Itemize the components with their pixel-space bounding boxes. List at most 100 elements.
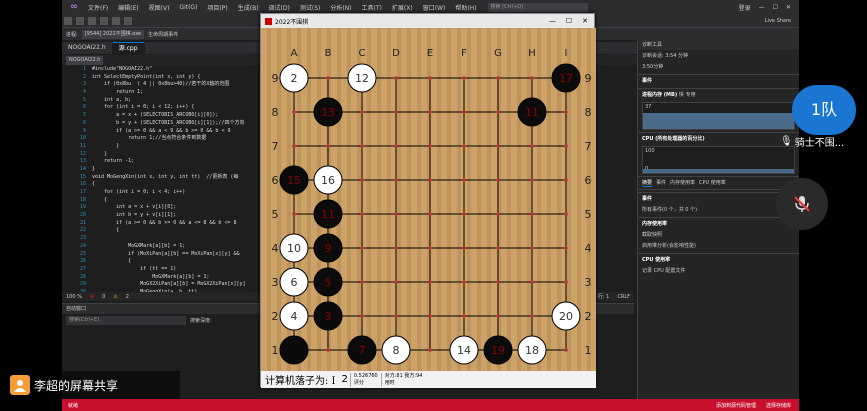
intersection-dot[interactable]	[428, 212, 432, 216]
intersection-dot[interactable]	[326, 144, 330, 148]
intersection-dot[interactable]	[360, 144, 364, 148]
intersection-dot[interactable]	[394, 76, 398, 80]
menu-test[interactable]: 测试(S)	[295, 3, 326, 12]
intersection-dot[interactable]	[564, 280, 568, 284]
intersection-dot[interactable]	[428, 246, 432, 250]
intersection-dot[interactable]	[462, 110, 466, 114]
tab-nogoai22-h[interactable]: NOGOAI22.h	[62, 42, 113, 54]
intersection-dot[interactable]	[360, 110, 364, 114]
intersection-dot[interactable]	[394, 178, 398, 182]
intersection-dot[interactable]	[428, 110, 432, 114]
intersection-dot[interactable]	[428, 76, 432, 80]
intersection-dot[interactable]	[462, 212, 466, 216]
intersection-dot[interactable]	[496, 76, 500, 80]
redo-icon[interactable]	[124, 16, 132, 25]
add-source-control-button[interactable]: 添加到源代码管理	[716, 402, 756, 409]
intersection-dot[interactable]	[394, 314, 398, 318]
forward-icon[interactable]	[76, 16, 84, 25]
intersection-dot[interactable]	[394, 212, 398, 216]
process-dropdown[interactable]: [9544] 2022不围棋.exe	[81, 29, 145, 39]
tab-memory[interactable]: 内存使用率	[670, 179, 695, 187]
intersection-dot[interactable]	[530, 144, 534, 148]
snapshot-button[interactable]: 截取快照	[638, 229, 799, 240]
intersection-dot[interactable]	[360, 280, 364, 284]
menu-window[interactable]: 窗口(W)	[418, 3, 451, 12]
menu-tools[interactable]: 工具(T)	[357, 3, 387, 12]
intersection-dot[interactable]	[530, 314, 534, 318]
intersection-dot[interactable]	[496, 314, 500, 318]
menu-extensions[interactable]: 扩展(X)	[387, 3, 418, 12]
menu-view[interactable]: 视图(V)	[144, 3, 175, 12]
intersection-dot[interactable]	[530, 76, 534, 80]
warning-icon[interactable]: ⚠	[113, 294, 117, 300]
board-grid[interactable]: AABBCCDDEEFFGGHHII9988776655443322112121…	[261, 28, 596, 371]
intersection-dot[interactable]	[462, 178, 466, 182]
scope-dropdown[interactable]: NOGOAI22.h	[66, 55, 104, 65]
intersection-dot[interactable]	[496, 246, 500, 250]
go-board[interactable]: AABBCCDDEEFFGGHHII9988776655443322112121…	[261, 28, 596, 371]
intersection-dot[interactable]	[564, 178, 568, 182]
intersection-dot[interactable]	[462, 144, 466, 148]
intersection-dot[interactable]	[394, 110, 398, 114]
team-avatar[interactable]: 1队	[792, 85, 856, 135]
intersection-dot[interactable]	[326, 76, 330, 80]
menu-debug[interactable]: 调试(D)	[264, 3, 295, 12]
select-repo-button[interactable]: 选择存储库	[766, 402, 791, 409]
intersection-dot[interactable]	[530, 212, 534, 216]
game-minimize-icon[interactable]: —	[549, 17, 556, 25]
game-close-icon[interactable]: ✕	[582, 17, 588, 25]
undo-icon[interactable]	[112, 16, 120, 25]
intersection-dot[interactable]	[428, 348, 432, 352]
intersection-dot[interactable]	[428, 178, 432, 182]
intersection-dot[interactable]	[394, 246, 398, 250]
intersection-dot[interactable]	[564, 110, 568, 114]
zoom-level[interactable]: 100 %	[66, 294, 82, 300]
record-cpu-button[interactable]: 记录 CPU 配置文件	[638, 265, 799, 276]
intersection-dot[interactable]	[564, 348, 568, 352]
login-link[interactable]: 登录	[739, 3, 751, 12]
back-icon[interactable]	[64, 16, 72, 25]
intersection-dot[interactable]	[496, 110, 500, 114]
save-icon[interactable]	[88, 16, 96, 25]
intersection-dot[interactable]	[530, 280, 534, 284]
intersection-dot[interactable]	[496, 178, 500, 182]
intersection-dot[interactable]	[428, 144, 432, 148]
intersection-dot[interactable]	[292, 110, 296, 114]
autos-search-input[interactable]: 搜索(Ctrl+E)	[66, 316, 186, 325]
tab-summary[interactable]: 摘要	[642, 179, 653, 187]
intersection-dot[interactable]	[360, 178, 364, 182]
intersection-dot[interactable]	[496, 280, 500, 284]
intersection-dot[interactable]	[428, 314, 432, 318]
tab-events[interactable]: 事件	[656, 179, 666, 187]
intersection-dot[interactable]	[496, 212, 500, 216]
menu-help[interactable]: 帮助(H)	[450, 3, 481, 12]
line-ending[interactable]: CRLF	[617, 294, 634, 300]
minimize-icon[interactable]: —	[759, 4, 765, 11]
menu-edit[interactable]: 编辑(E)	[113, 3, 143, 12]
intersection-dot[interactable]	[360, 212, 364, 216]
save-all-icon[interactable]	[100, 16, 108, 25]
intersection-dot[interactable]	[564, 144, 568, 148]
intersection-dot[interactable]	[326, 348, 330, 352]
menu-build[interactable]: 生成(B)	[233, 3, 264, 12]
tab-cpu[interactable]: CPU 使用率	[699, 179, 726, 187]
intersection-dot[interactable]	[530, 246, 534, 250]
intersection-dot[interactable]	[428, 280, 432, 284]
intersection-dot[interactable]	[394, 280, 398, 284]
intersection-dot[interactable]	[564, 212, 568, 216]
intersection-dot[interactable]	[292, 212, 296, 216]
maximize-icon[interactable]: ☐	[773, 4, 778, 11]
intersection-dot[interactable]	[360, 246, 364, 250]
intersection-dot[interactable]	[394, 144, 398, 148]
menu-analyze[interactable]: 分析(N)	[325, 3, 356, 12]
heap-profiling-button[interactable]: 启用堆分析(会影响性能)	[638, 240, 799, 251]
intersection-dot[interactable]	[462, 76, 466, 80]
live-share-button[interactable]: Live Share	[765, 18, 799, 24]
menu-file[interactable]: 文件(F)	[83, 3, 113, 12]
all-events-link[interactable]: 所有事件(0 个，共 0 个)	[638, 204, 799, 215]
intersection-dot[interactable]	[292, 144, 296, 148]
search-input[interactable]: 搜索 (Ctrl+Q)	[487, 2, 588, 12]
intersection-dot[interactable]	[530, 178, 534, 182]
lifecycle-events-button[interactable]: 生命周期事件	[148, 31, 178, 38]
intersection-dot[interactable]	[462, 246, 466, 250]
